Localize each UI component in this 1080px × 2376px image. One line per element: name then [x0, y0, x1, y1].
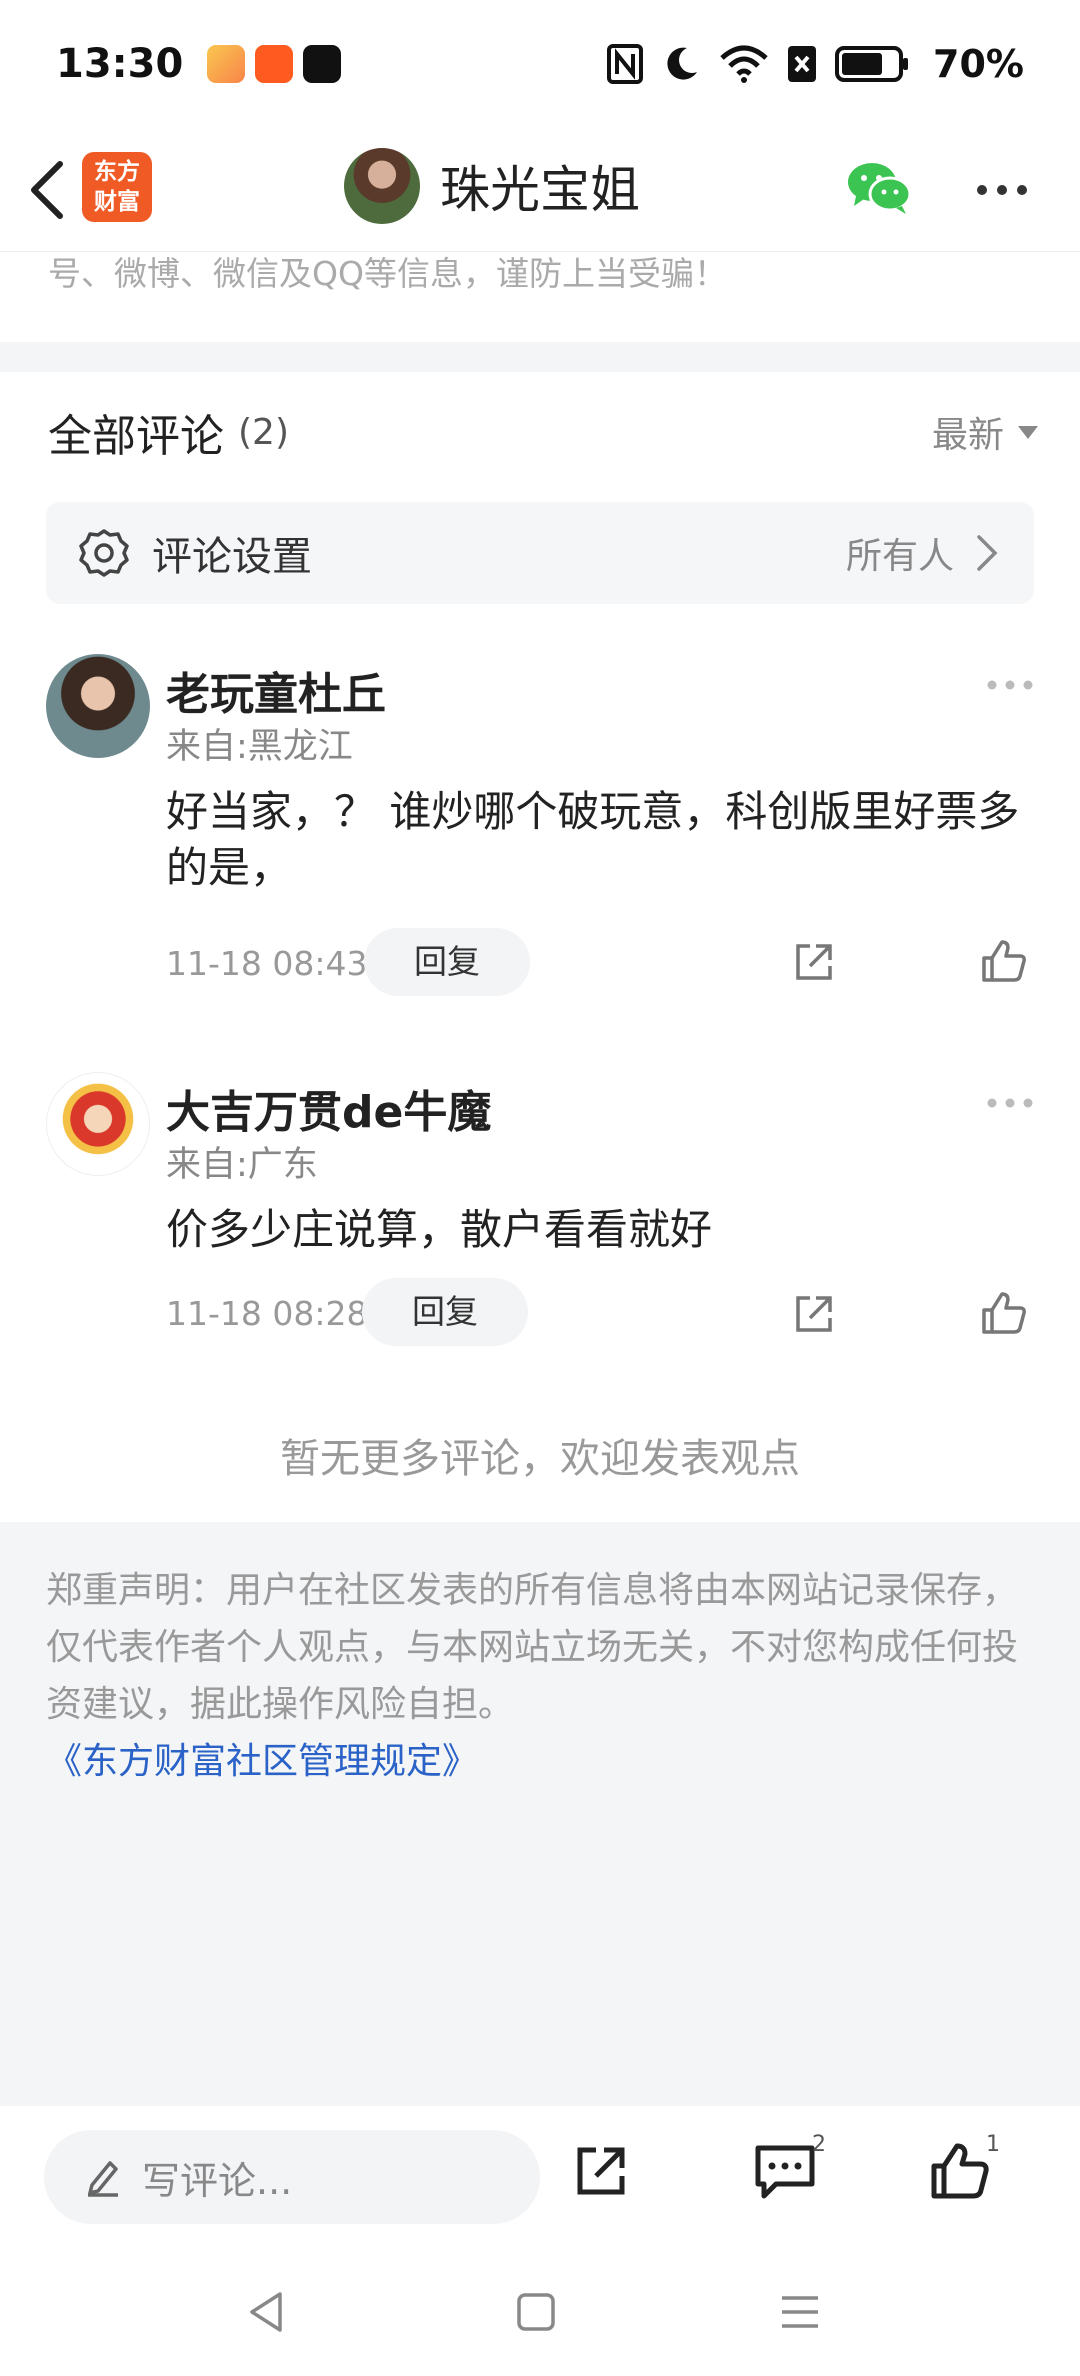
- nfc-icon: [607, 44, 644, 84]
- sort-label: 最新: [931, 415, 1004, 456]
- comment-count-badge: 2: [812, 2132, 826, 2157]
- comment-more-icon[interactable]: [986, 678, 1034, 692]
- comment-input-placeholder: 写评论...: [142, 2158, 293, 2203]
- video-app-icon: [207, 45, 246, 83]
- battery-icon: [835, 46, 909, 82]
- no-more-comments: 暂无更多评论，欢迎发表观点: [280, 1436, 800, 1482]
- dropdown-arrow-icon: [1018, 425, 1038, 439]
- comments-count: (2): [238, 411, 289, 453]
- like-count-badge: 1: [986, 2132, 1000, 2157]
- like-icon[interactable]: [930, 2142, 990, 2200]
- wifi-icon: [720, 45, 768, 83]
- community-rules-link[interactable]: 《东方财富社区管理规定》: [46, 1733, 1034, 1790]
- brand-logo[interactable]: 东方财富: [82, 152, 152, 222]
- nav-home-icon[interactable]: [516, 2292, 556, 2332]
- fraud-warning-notice: 号、微博、微信及QQ等信息，谨防上当受骗！: [0, 252, 1080, 342]
- status-time: 13:30: [56, 41, 184, 87]
- comments-title: 全部评论: [48, 411, 224, 462]
- comment-text: 好当家，？ 谁炒哪个破玩意，科创版里好票多的是，: [166, 787, 1020, 892]
- commenter-location: 来自:黑龙江: [166, 727, 353, 767]
- comment-settings-row[interactable]: 评论设置 所有人: [46, 502, 1034, 604]
- battery-percent: 70%: [933, 42, 1024, 86]
- top-nav-bar: 东方财富 珠光宝姐: [0, 128, 1080, 252]
- settings-value: 所有人: [845, 536, 954, 577]
- commenter-location: 来自:广东: [166, 1145, 318, 1185]
- notification-app-icons: [207, 45, 342, 83]
- commenter-name[interactable]: 老玩童杜丘: [166, 658, 386, 722]
- disclaimer-text: 郑重声明：用户在社区发表的所有信息将由本网站记录保存，仅代表作者个人观点，与本网…: [46, 1570, 1019, 1725]
- moon-icon: [667, 47, 698, 80]
- section-divider: [0, 342, 1080, 372]
- system-nav-bar: [0, 2246, 1080, 2376]
- commenter-avatar[interactable]: [46, 654, 150, 758]
- author-avatar[interactable]: [344, 148, 420, 224]
- like-icon[interactable]: [980, 938, 1028, 984]
- bottom-action-bar: 写评论... 2 1: [0, 2106, 1080, 2246]
- comment-time: 11-18 08:28: [166, 1294, 368, 1333]
- reply-button[interactable]: 回复: [364, 928, 530, 996]
- sim-off-icon: [788, 46, 817, 82]
- comments-header: 全部评论 (2) 最新: [48, 392, 1038, 472]
- comment-time: 11-18 08:43: [166, 944, 368, 983]
- status-indicators: 70%: [607, 42, 1024, 86]
- pencil-icon: [88, 2161, 118, 2197]
- comment-text: 价多少庄说算，散户看看就好: [166, 1205, 713, 1254]
- commenter-name[interactable]: 大吉万贯de牛魔: [166, 1076, 491, 1140]
- author-name[interactable]: 珠光宝姐: [440, 150, 640, 222]
- reply-button[interactable]: 回复: [362, 1278, 528, 1346]
- disclaimer-section: 郑重声明：用户在社区发表的所有信息将由本网站记录保存，仅代表作者个人观点，与本网…: [0, 1522, 1080, 2106]
- chevron-right-icon: [977, 535, 998, 571]
- brand-logo-text: 东方财富: [94, 159, 140, 215]
- more-icon[interactable]: [974, 180, 1030, 200]
- share-icon[interactable]: [792, 1292, 836, 1336]
- fraud-warning-text: 号、微博、微信及QQ等信息，谨防上当受骗！: [48, 254, 727, 293]
- share-icon[interactable]: [792, 940, 836, 984]
- nav-back-icon[interactable]: [246, 2290, 286, 2334]
- commenter-avatar[interactable]: [46, 1072, 150, 1176]
- sort-dropdown[interactable]: 最新: [932, 406, 1038, 458]
- app-icon-orange: [255, 45, 294, 83]
- nav-menu-icon[interactable]: [780, 2292, 820, 2332]
- settings-label: 评论设置: [152, 534, 312, 580]
- share-icon[interactable]: [572, 2142, 630, 2200]
- like-icon[interactable]: [980, 1290, 1028, 1336]
- gear-icon: [79, 529, 129, 577]
- comment-more-icon[interactable]: [986, 1096, 1034, 1110]
- tiktok-icon: [303, 45, 342, 83]
- back-icon[interactable]: [24, 156, 72, 224]
- wechat-icon[interactable]: [846, 160, 912, 216]
- nav-author[interactable]: 珠光宝姐: [344, 146, 640, 226]
- comment-input[interactable]: 写评论...: [44, 2130, 540, 2224]
- status-bar: 13:30 70%: [0, 0, 1080, 128]
- comment-icon[interactable]: [754, 2142, 816, 2200]
